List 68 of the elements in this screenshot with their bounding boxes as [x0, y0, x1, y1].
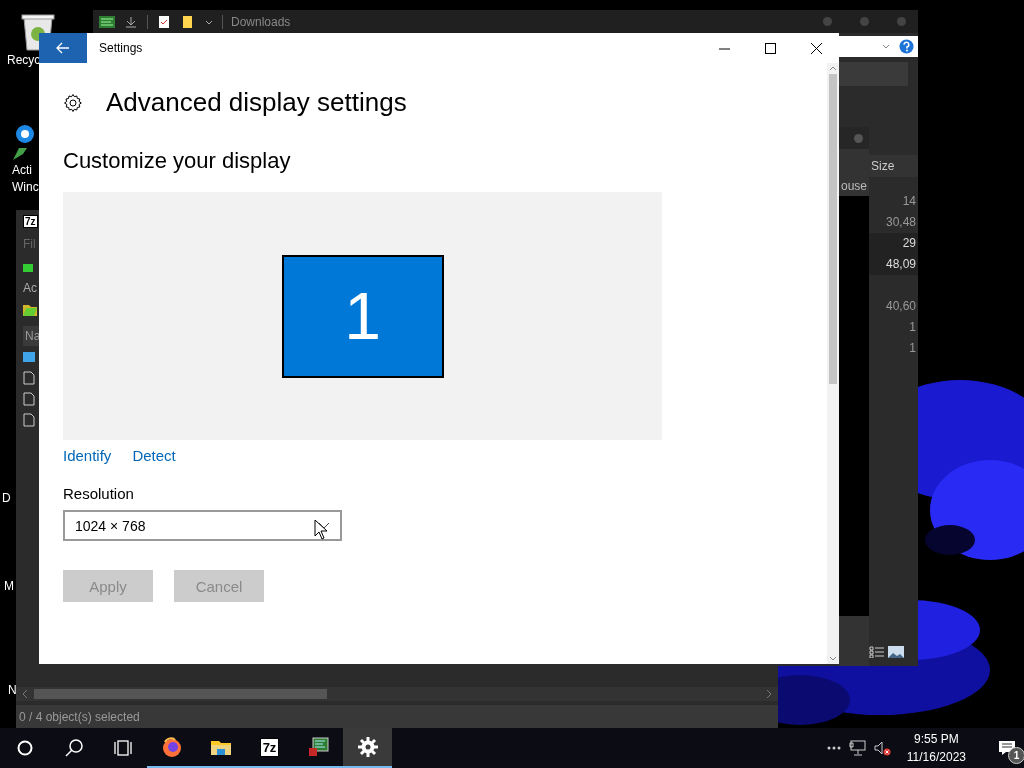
icon-label: D [2, 490, 11, 507]
icon-label: M [4, 578, 14, 595]
column-header[interactable]: Size [869, 155, 918, 177]
firefox-icon [160, 736, 183, 758]
settings-icon [356, 736, 379, 758]
size-cell-text: 1 [908, 319, 917, 336]
size-cell-text: 1 [908, 340, 917, 357]
window-title: Downloads [231, 14, 291, 29]
page-heading: Advanced display settings [106, 87, 407, 118]
app-icon [99, 15, 115, 28]
link[interactable]: Identify [63, 447, 112, 464]
section-heading: Customize your display [63, 148, 291, 174]
task-view-icon [111, 737, 134, 759]
back-button[interactable] [39, 33, 87, 63]
icon-label: Acti [12, 162, 32, 179]
checklist-icon[interactable] [156, 15, 172, 28]
file-icon[interactable] [23, 392, 35, 406]
mouse-pointer-icon [314, 519, 328, 540]
folder-icon[interactable] [23, 350, 35, 364]
icon-label: Winc [12, 179, 39, 196]
caret-icon[interactable] [881, 42, 891, 51]
search-field[interactable] [839, 62, 908, 86]
muted-speaker-icon[interactable] [872, 740, 891, 756]
taskbar-button[interactable]: 7z [245, 728, 294, 768]
app-logo: 7z [23, 215, 38, 228]
icon-label: Recyc [7, 52, 41, 69]
scrollbar-thumb[interactable] [829, 74, 837, 384]
app-logo: 7z [259, 737, 280, 757]
clock-date: 11/16/2023 [906, 749, 966, 766]
thumbnail-view-icon[interactable] [888, 646, 904, 658]
scroll-right-icon[interactable] [765, 689, 773, 699]
resolution-dropdown[interactable]: 1024 × 768 [63, 510, 342, 541]
size-cell-text: 30,48 [884, 214, 917, 231]
taskbar-button[interactable] [343, 728, 392, 768]
download-icon[interactable] [123, 15, 139, 28]
status-text: 0 / 4 object(s) selected [19, 709, 140, 724]
column-header: ouse [839, 178, 868, 195]
toolbar-label[interactable]: Ac [23, 281, 37, 295]
help-icon[interactable] [899, 39, 914, 54]
field-label: Resolution [63, 485, 134, 502]
clock-time: 9:55 PM [914, 731, 959, 748]
size-cell: 48,09 [869, 254, 918, 275]
folder-icon[interactable] [23, 303, 37, 316]
file-icon[interactable] [23, 371, 35, 385]
settings-icon [63, 92, 83, 113]
file-icon[interactable] [23, 413, 35, 427]
notification-badge: 1 [1008, 747, 1024, 764]
details-view-icon[interactable] [869, 646, 885, 658]
window-title: Settings [99, 41, 143, 55]
scrollbar[interactable] [827, 63, 839, 664]
address-bar[interactable] [839, 36, 918, 57]
shortcut-icon[interactable] [12, 122, 34, 162]
close-icon [810, 42, 822, 54]
link[interactable]: Detect [132, 447, 176, 464]
scroll-left-icon[interactable] [21, 689, 29, 699]
icon-label: N [8, 682, 17, 699]
scroll-up-icon[interactable] [829, 66, 837, 71]
maximize-icon [764, 42, 776, 54]
size-cell: 29 [869, 233, 918, 254]
back-arrow-icon [56, 42, 70, 54]
display-tile[interactable]: 1 [281, 254, 444, 378]
network-icon[interactable] [848, 740, 867, 756]
size-cell-text: 14 [901, 193, 917, 210]
size-cell-text: 40,60 [884, 298, 917, 315]
monitor-icon [307, 736, 330, 758]
clock[interactable]: 9:55 PM 11/16/2023 [896, 730, 976, 766]
scroll-down-icon[interactable] [829, 656, 837, 661]
scrollbar-thumb[interactable] [34, 689, 327, 699]
